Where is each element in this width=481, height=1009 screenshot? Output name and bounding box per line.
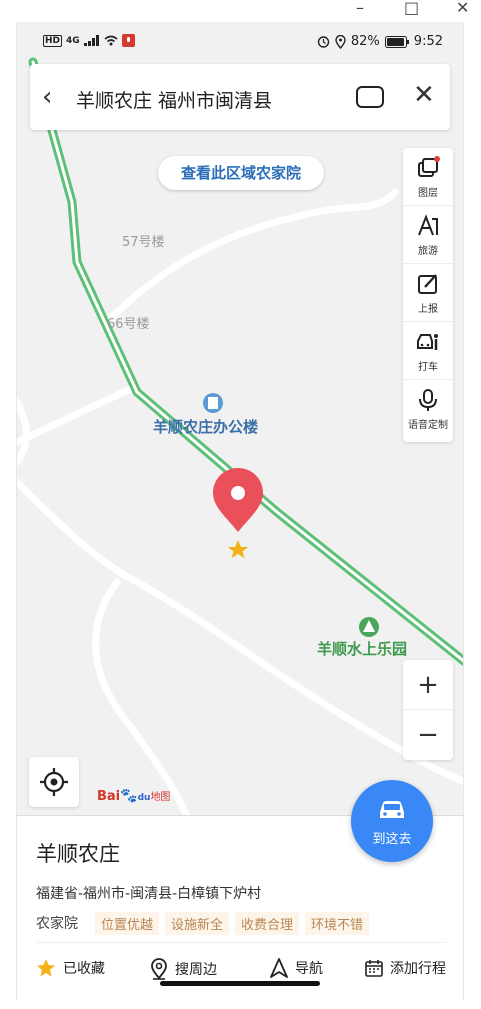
place-tag: 环境不错 bbox=[305, 912, 370, 935]
place-tag: 收费合理 bbox=[235, 912, 300, 935]
maximize-button[interactable]: □ bbox=[404, 0, 419, 17]
clock: 9:52 bbox=[413, 34, 443, 49]
label-building66: 66号楼 bbox=[107, 317, 150, 332]
map-highway-centerline bbox=[31, 60, 463, 663]
travel-icon bbox=[418, 214, 438, 236]
back-icon[interactable]: ‹ bbox=[42, 82, 52, 112]
label-park: 羊顺水上乐园 bbox=[317, 640, 407, 658]
vr-icon[interactable] bbox=[356, 86, 384, 108]
paw-icon: 🐾 bbox=[120, 788, 138, 804]
tool-label: 图层 bbox=[418, 188, 438, 199]
action-bar: 已收藏 搜周边 导航 添加行程 bbox=[17, 946, 463, 996]
status-right: 82% 9:52 bbox=[317, 34, 443, 49]
zoom-in-button[interactable]: + bbox=[403, 660, 453, 710]
favorite-button[interactable]: 已收藏 bbox=[36, 958, 105, 978]
window-titlebar: – □ ✕ bbox=[0, 0, 481, 20]
nearby-label: 搜周边 bbox=[175, 962, 217, 978]
crosshair-icon bbox=[40, 768, 68, 796]
baidu-logo: Bai🐾du地图 bbox=[97, 788, 170, 804]
tool-label: 旅游 bbox=[418, 246, 438, 257]
close-icon[interactable]: ✕ bbox=[413, 80, 435, 110]
tool-report[interactable]: 上报 bbox=[403, 264, 453, 322]
place-tag: 设施新全 bbox=[165, 912, 230, 935]
status-bar: HD 4G 82% 9:52 bbox=[17, 22, 463, 62]
region-search-button[interactable]: 查看此区域农家院 bbox=[158, 156, 324, 190]
mic-recording-icon bbox=[121, 34, 135, 47]
map-road bbox=[17, 398, 30, 466]
star-icon bbox=[37, 959, 55, 977]
search-query[interactable]: 羊顺农庄 福州市闽清县 bbox=[76, 86, 272, 113]
place-tags: 位置优越 设施新全 收费合理 环境不错 bbox=[95, 912, 370, 935]
map-highway bbox=[28, 57, 463, 667]
logo-du: du bbox=[137, 793, 151, 803]
hd-indicator: HD bbox=[43, 34, 63, 47]
tool-label: 打车 bbox=[418, 362, 438, 373]
tool-label: 语音定制 bbox=[408, 420, 448, 431]
window-close-button[interactable]: ✕ bbox=[456, 0, 469, 17]
nearby-button[interactable]: 搜周边 bbox=[150, 958, 217, 980]
favorite-star-marker-icon bbox=[228, 540, 248, 558]
navigate-label: 导航 bbox=[295, 961, 323, 977]
go-there-label: 到这去 bbox=[372, 832, 412, 847]
map-road bbox=[17, 382, 141, 446]
label-office: 羊顺农庄办公楼 bbox=[153, 418, 258, 436]
nearby-pin-icon bbox=[151, 958, 167, 980]
status-left: HD 4G bbox=[43, 34, 135, 47]
add-itinerary-label: 添加行程 bbox=[390, 961, 446, 977]
tool-travel[interactable]: 旅游 bbox=[403, 206, 453, 264]
phone-screen: 57号楼 66号楼 羊顺农庄办公楼 羊顺水上乐园 HD 4G 82% 9:52 bbox=[16, 22, 464, 1000]
taxi-icon bbox=[417, 334, 438, 350]
tool-layers[interactable]: 图层 bbox=[403, 148, 453, 206]
place-category: 农家院 bbox=[36, 916, 78, 932]
add-itinerary-button[interactable]: 添加行程 bbox=[365, 958, 446, 978]
tool-taxi[interactable]: 打车 bbox=[403, 322, 453, 380]
network-indicator: 4G bbox=[66, 35, 80, 46]
home-indicator[interactable] bbox=[160, 981, 320, 986]
tool-label: 上报 bbox=[418, 304, 438, 315]
battery-icon bbox=[384, 35, 409, 48]
place-address: 福建省-福州市-闽清县-白樟镇下炉村 bbox=[36, 886, 262, 902]
navigation-arrow-icon bbox=[270, 958, 288, 978]
map-tools: 图层 旅游 上报 打车 语音定制 bbox=[403, 148, 453, 442]
divider bbox=[36, 942, 446, 943]
car-icon bbox=[380, 801, 404, 818]
zoom-control: + − bbox=[403, 660, 453, 760]
logo-text: Bai bbox=[97, 789, 121, 804]
go-there-button[interactable]: 到这去 bbox=[351, 780, 433, 862]
map-road bbox=[92, 578, 191, 817]
report-icon bbox=[418, 274, 437, 294]
favorite-label: 已收藏 bbox=[63, 961, 105, 977]
logo-suffix: 地图 bbox=[150, 792, 171, 803]
tool-voice[interactable]: 语音定制 bbox=[403, 380, 453, 438]
place-tag: 位置优越 bbox=[95, 912, 160, 935]
location-pin-icon bbox=[213, 468, 263, 532]
wifi-icon bbox=[104, 35, 118, 46]
layers-icon bbox=[418, 156, 440, 177]
minimize-button[interactable]: – bbox=[356, 0, 364, 17]
label-building57: 57号楼 bbox=[122, 235, 165, 250]
alarm-icon bbox=[317, 36, 330, 48]
map-road bbox=[103, 188, 399, 326]
zoom-out-button[interactable]: − bbox=[403, 710, 453, 760]
search-header: ‹ 羊顺农庄 福州市闽清县 ✕ bbox=[30, 64, 450, 130]
battery-percent: 82% bbox=[350, 34, 380, 49]
place-name: 羊顺农庄 bbox=[36, 842, 120, 866]
locate-button[interactable] bbox=[29, 757, 79, 807]
microphone-icon bbox=[419, 389, 437, 411]
location-status-icon bbox=[335, 34, 346, 49]
map-canvas[interactable]: 57号楼 66号楼 羊顺农庄办公楼 羊顺水上乐园 bbox=[17, 22, 464, 817]
signal-icon bbox=[83, 35, 99, 46]
navigate-button[interactable]: 导航 bbox=[270, 958, 323, 978]
calendar-icon bbox=[365, 960, 383, 977]
